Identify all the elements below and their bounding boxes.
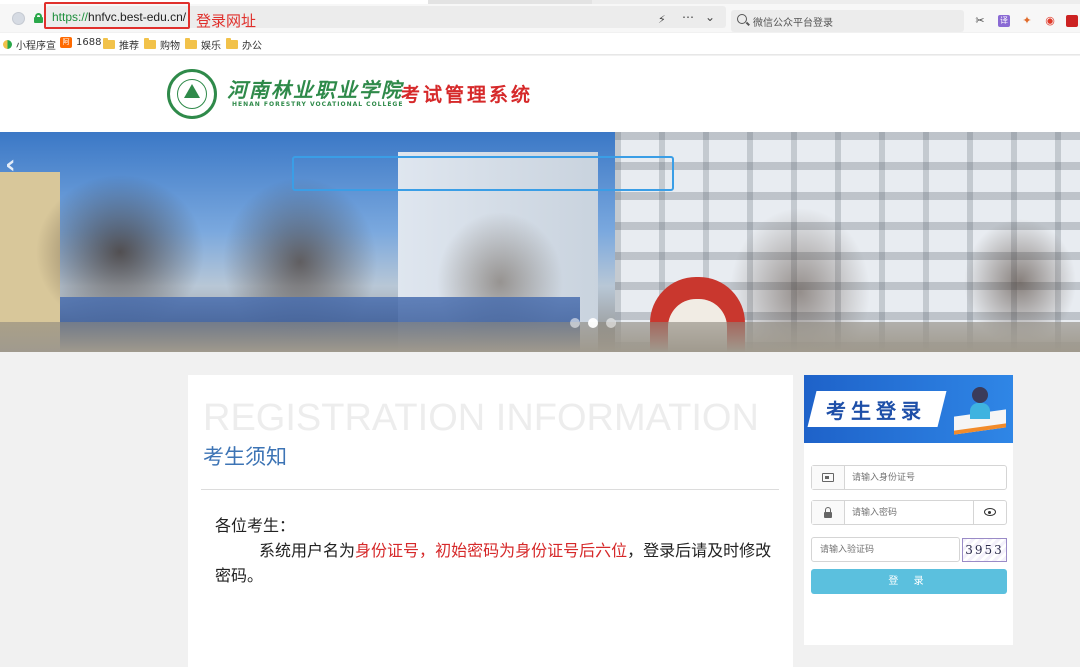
- lightning-icon[interactable]: ⚡: [658, 13, 666, 26]
- notice-panel: REGISTRATION INFORMATION 考生须知 各位考生： 系统用户…: [188, 375, 793, 667]
- id-number-field[interactable]: [811, 465, 1007, 490]
- password-field[interactable]: [811, 500, 1007, 525]
- bookmark-1688[interactable]: 阿 1688: [60, 37, 101, 48]
- student-illustration: [970, 387, 990, 419]
- url-annotation: 登录网址: [196, 12, 257, 30]
- bookmark-folder-office[interactable]: 办公: [226, 37, 262, 52]
- captcha-row: 3953: [811, 537, 1007, 562]
- registration-watermark: REGISTRATION INFORMATION: [203, 397, 759, 439]
- college-logo: [167, 69, 217, 119]
- mini-program-icon: [3, 40, 12, 49]
- lock-icon[interactable]: [34, 13, 43, 23]
- folder-icon: [103, 38, 115, 49]
- site-info-icon[interactable]: [12, 12, 25, 25]
- extension-red-icon[interactable]: [1066, 15, 1078, 27]
- extension-translate-icon[interactable]: 译: [998, 15, 1010, 27]
- folder-icon: [185, 38, 197, 49]
- show-password-button[interactable]: [973, 501, 1006, 524]
- tree-icon: [184, 84, 200, 98]
- password-input[interactable]: [852, 506, 972, 519]
- carousel-dot-active[interactable]: [588, 318, 598, 328]
- eye-icon: [984, 508, 996, 516]
- bookmark-mini-program[interactable]: 小程序宣: [3, 37, 56, 52]
- folder-icon: [226, 38, 238, 49]
- system-title: 考试管理系统: [401, 84, 534, 106]
- login-header: 考生登录: [804, 375, 1013, 443]
- scissors-icon[interactable]: ✂: [974, 15, 986, 27]
- login-panel: 考生登录 3953 登 录: [804, 375, 1013, 645]
- captcha-image[interactable]: 3953: [962, 538, 1007, 562]
- carousel-prev-icon[interactable]: ‹: [5, 150, 16, 180]
- chevron-down-icon[interactable]: ⌄: [705, 10, 715, 24]
- search-placeholder: 微信公众平台登录: [753, 18, 833, 29]
- url-highlight-box: [44, 2, 190, 29]
- notice-greeting: 各位考生：: [215, 516, 296, 535]
- id-card-icon: [822, 473, 834, 482]
- more-options-icon[interactable]: ⋯: [682, 10, 695, 24]
- bookmark-folder-entertainment[interactable]: 娱乐: [185, 37, 221, 52]
- notice-title: 考生须知: [203, 445, 287, 469]
- notice-body: 各位考生： 系统用户名为身份证号，初始密码为身份证号后六位，登录后请及时修改密码…: [215, 513, 775, 588]
- weibo-icon[interactable]: ◉: [1044, 15, 1056, 27]
- college-name-cn: 河南林业职业学院: [227, 78, 403, 102]
- carousel-dot[interactable]: [606, 318, 616, 328]
- site-header: 河南林业职业学院 HENAN FORESTRY VOCATIONAL COLLE…: [0, 56, 1080, 132]
- college-name-en: HENAN FORESTRY VOCATIONAL COLLEGE: [232, 101, 404, 108]
- bookmark-folder-shopping[interactable]: 购物: [144, 37, 180, 52]
- lock-icon: [824, 507, 832, 518]
- carousel-dot[interactable]: [570, 318, 580, 328]
- divider: [201, 489, 779, 490]
- captcha-input[interactable]: [811, 537, 960, 562]
- alibaba-1688-icon: 阿: [60, 37, 72, 48]
- login-title: 考生登录: [826, 399, 926, 423]
- folder-icon: [144, 38, 156, 49]
- carousel-dots[interactable]: [570, 318, 616, 328]
- bookmark-folder-recommend[interactable]: 推荐: [103, 37, 139, 52]
- login-button[interactable]: 登 录: [811, 569, 1007, 594]
- notice-highlight-box: [292, 156, 674, 191]
- notice-paragraph: 系统用户名为身份证号，初始密码为身份证号后六位，登录后请及时修改密码。: [215, 541, 772, 585]
- id-number-input[interactable]: [852, 471, 1002, 484]
- search-icon: [737, 14, 747, 24]
- search-input[interactable]: 微信公众平台登录: [731, 10, 964, 32]
- bookmarks-bar: 小程序宣 阿 1688 推荐 购物 娱乐 办公: [0, 33, 1080, 55]
- extension-game-icon[interactable]: ✦: [1021, 15, 1033, 27]
